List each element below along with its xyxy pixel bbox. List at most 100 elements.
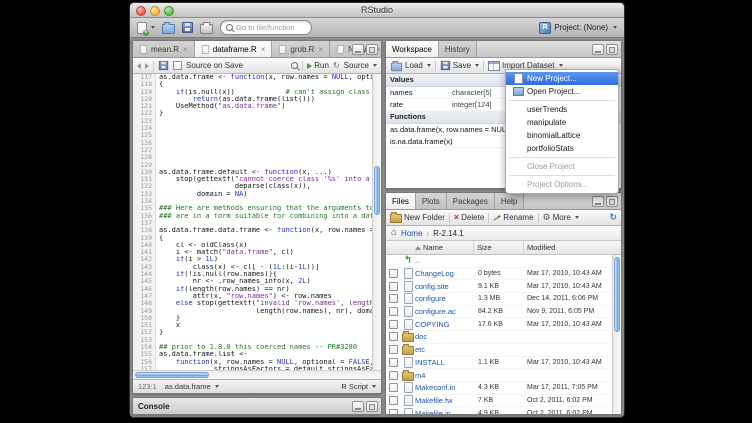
file-row[interactable]: configure.ac84.2 KBNov 9, 2011, 6:05 PM (386, 306, 621, 319)
file-link[interactable]: config.site (415, 282, 475, 291)
folder-link[interactable]: etc (415, 345, 475, 354)
file-link[interactable]: COPYING (415, 320, 475, 329)
scrollbar-thumb[interactable] (614, 257, 620, 332)
file-checkbox[interactable] (389, 345, 398, 354)
file-row[interactable]: Makefile.in4.9 KBOct 2, 2011, 6:02 PM (386, 407, 621, 414)
minimize-pane-icon[interactable] (592, 196, 604, 207)
file-checkbox[interactable] (389, 320, 398, 329)
editor-tab-dataframe-r[interactable]: dataframe.R× (195, 41, 273, 57)
file-row[interactable]: config.site9.1 KBMar 17, 2010, 10:43 AM (386, 280, 621, 293)
minimize-pane-icon[interactable] (352, 44, 364, 55)
close-tab-icon[interactable]: × (318, 45, 323, 54)
file-checkbox[interactable] (389, 371, 398, 380)
menu-item-close-project[interactable]: Close Project (506, 160, 618, 173)
file-checkbox[interactable] (389, 409, 398, 414)
delete-button[interactable]: Delete (454, 213, 484, 222)
minimize-window-button[interactable] (150, 6, 160, 16)
tab-workspace[interactable]: Workspace (386, 41, 439, 57)
rerun-icon[interactable] (333, 61, 340, 70)
tab-packages[interactable]: Packages (447, 193, 495, 209)
file-checkbox[interactable] (389, 269, 398, 278)
menu-item-project-options[interactable]: Project Options... (506, 178, 618, 191)
load-workspace-button[interactable]: Load (390, 60, 431, 72)
run-button[interactable]: Run (307, 61, 329, 70)
zoom-window-button[interactable] (164, 6, 174, 16)
editor-vertical-scrollbar[interactable] (372, 74, 381, 370)
find-replace-icon[interactable] (291, 62, 298, 69)
code-editor[interactable]: 117as.data.frame <- function(x, row.name… (133, 74, 381, 370)
column-header-modified[interactable]: Modified (523, 241, 621, 254)
maximize-pane-icon[interactable] (366, 44, 378, 55)
maximize-pane-icon[interactable] (606, 196, 618, 207)
file-row[interactable]: m4 (386, 369, 621, 382)
menu-item-usertrends[interactable]: userTrends (506, 103, 618, 116)
menu-item-binomiallattice[interactable]: binomialLattice (506, 129, 618, 142)
titlebar[interactable]: RStudio (130, 3, 624, 18)
tab-files[interactable]: Files (386, 193, 416, 209)
file-row[interactable]: etc (386, 344, 621, 357)
menu-item-new-project[interactable]: New Project... (506, 72, 618, 85)
file-link[interactable]: ChangeLog (415, 269, 475, 278)
file-row[interactable]: INSTALL1.1 KBMar 17, 2010, 10:43 AM (386, 357, 621, 370)
tab-history[interactable]: History (439, 41, 477, 57)
tab-help[interactable]: Help (495, 193, 524, 209)
file-checkbox[interactable] (389, 358, 398, 367)
goto-file-search[interactable] (220, 20, 312, 35)
file-link[interactable]: Makefile.fw (415, 396, 475, 405)
forward-icon[interactable] (145, 63, 149, 69)
save-button[interactable] (182, 22, 193, 33)
menu-item-portfoliostats[interactable]: portfolioStats (506, 142, 618, 155)
editor-tab-mean-r[interactable]: mean.R× (133, 41, 195, 57)
file-row[interactable]: configure1.3 MBDec 14, 2011, 6:06 PM (386, 293, 621, 306)
scope-selector[interactable]: as.data.frame (165, 382, 219, 391)
breadcrumb-home-link[interactable]: Home (401, 229, 422, 238)
file-row[interactable]: ChangeLog0 bytesMar 17, 2010, 10:43 AM (386, 268, 621, 281)
maximize-pane-icon[interactable] (606, 44, 618, 55)
parent-directory-link[interactable]: .. (415, 256, 475, 265)
maximize-pane-icon[interactable] (366, 401, 378, 412)
save-workspace-button[interactable]: Save (440, 60, 479, 71)
print-button[interactable] (200, 22, 213, 34)
files-vertical-scrollbar[interactable] (612, 255, 621, 414)
minimize-pane-icon[interactable] (592, 44, 604, 55)
tab-plots[interactable]: Plots (416, 193, 447, 209)
open-file-button[interactable] (162, 22, 175, 34)
back-icon[interactable] (137, 63, 141, 69)
close-tab-icon[interactable]: × (183, 45, 188, 54)
more-button[interactable]: More (543, 213, 579, 222)
column-header-name[interactable]: Name (415, 243, 473, 252)
project-menu-button[interactable]: R Project: (None) (539, 22, 617, 34)
home-icon[interactable] (391, 228, 397, 238)
file-checkbox[interactable] (389, 294, 398, 303)
file-row[interactable]: ↰.. (386, 255, 621, 268)
file-type-selector[interactable]: R Script (341, 382, 376, 391)
file-checkbox[interactable] (389, 282, 398, 291)
folder-link[interactable]: doc (415, 332, 475, 341)
menu-item-open-project[interactable]: Open Project... (506, 85, 618, 98)
column-header-size[interactable]: Size (473, 241, 523, 254)
file-row[interactable]: COPYING17.6 KBMar 17, 2010, 10:43 AM (386, 318, 621, 331)
file-link[interactable]: Makeconf.in (415, 383, 475, 392)
file-checkbox[interactable] (389, 332, 398, 341)
editor-horizontal-scrollbar[interactable] (133, 370, 381, 379)
minimize-pane-icon[interactable] (352, 401, 364, 412)
new-file-button[interactable] (137, 22, 155, 34)
scrollbar-thumb[interactable] (374, 166, 380, 215)
breadcrumb-current-folder[interactable]: R-2.14.1 (433, 229, 464, 238)
console-header[interactable]: Console (133, 398, 381, 414)
file-row[interactable]: doc (386, 331, 621, 344)
goto-file-input[interactable] (236, 23, 306, 32)
scrollbar-thumb[interactable] (135, 372, 209, 378)
source-on-save-checkbox[interactable] (173, 61, 182, 70)
menu-item-manipulate[interactable]: manipulate (506, 116, 618, 129)
rename-button[interactable]: Rename (493, 213, 533, 222)
file-link[interactable]: Makefile.in (415, 409, 475, 414)
source-button[interactable]: Source (344, 61, 377, 70)
folder-link[interactable]: m4 (415, 371, 475, 380)
editor-tab-grob-r[interactable]: grob.R× (272, 41, 330, 57)
file-row[interactable]: Makeconf.in4.3 KBMar 17, 2011, 7:05 PM (386, 382, 621, 395)
save-icon[interactable] (159, 61, 168, 70)
file-row[interactable]: Makefile.fw7 KBOct 2, 2011, 6:02 PM (386, 395, 621, 408)
file-link[interactable]: configure.ac (415, 307, 475, 316)
close-window-button[interactable] (136, 6, 146, 16)
